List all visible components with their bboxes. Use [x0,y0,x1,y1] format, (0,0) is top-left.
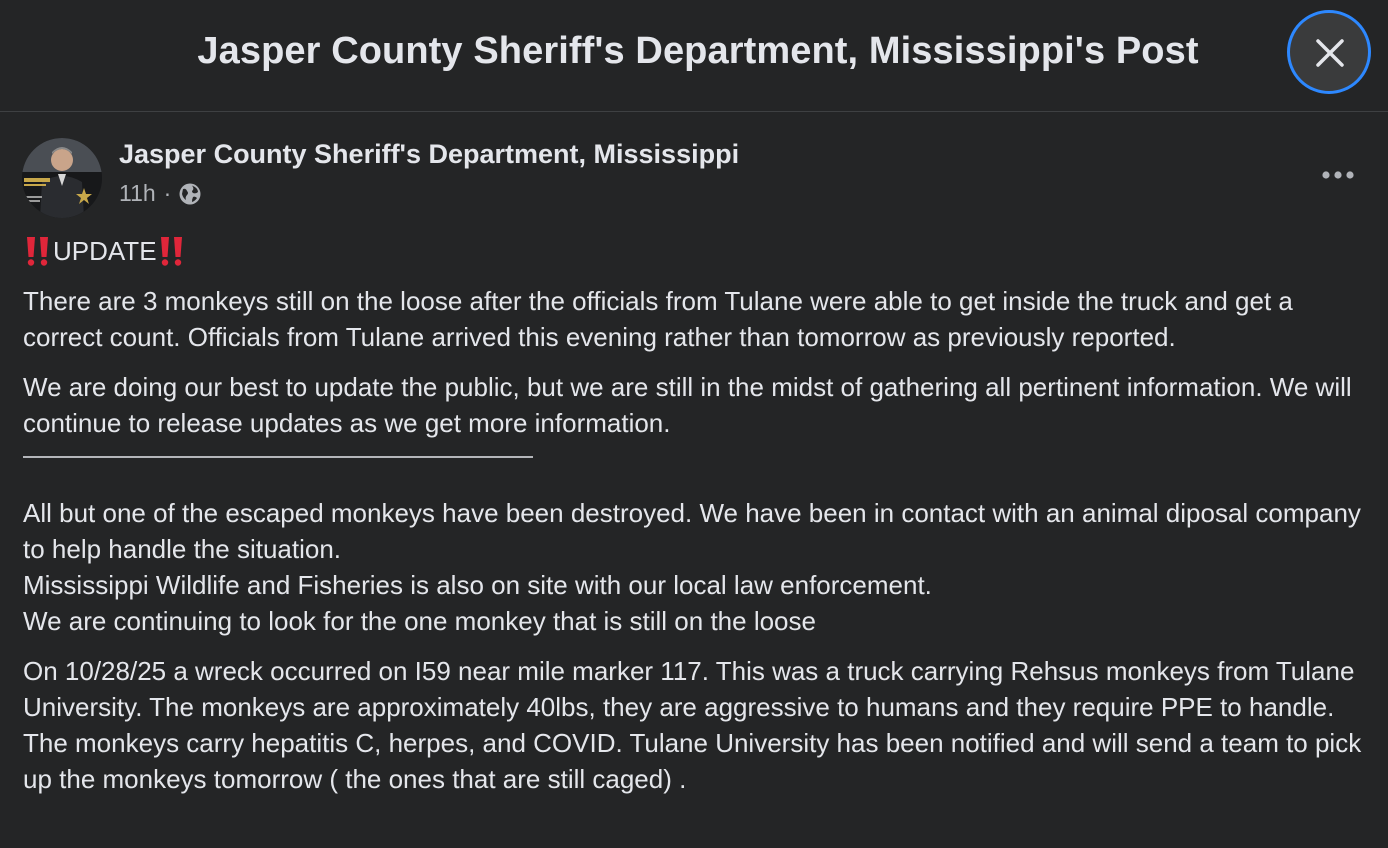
post-body: UPDATE There are 3 monkeys still on the … [23,233,1368,797]
double-exclamation-icon [160,237,182,266]
author-avatar[interactable] [22,138,102,218]
post-paragraph: We are doing our best to update the publ… [23,372,1352,438]
post: Jasper County Sheriff's Department, Miss… [0,113,1388,848]
meta-separator: · [163,180,172,206]
close-button[interactable] [1287,10,1371,94]
dialog-title: Jasper County Sheriff's Department, Miss… [197,30,1199,72]
post-meta: 11h · [119,180,202,207]
globe-icon[interactable] [178,182,202,206]
close-icon [1316,39,1344,67]
update-heading: UPDATE [53,236,157,266]
dialog-header: Jasper County Sheriff's Department, Miss… [0,0,1388,112]
post-paragraph: On 10/28/25 a wreck occurred on I59 near… [23,656,1362,794]
more-options-icon [1322,171,1354,179]
profile-photo [22,138,102,218]
post-paragraph: All but one of the escaped monkeys have … [23,498,1361,564]
post-paragraph: There are 3 monkeys still on the loose a… [23,286,1293,352]
more-options-button[interactable] [1316,163,1360,187]
post-paragraph: We are continuing to look for the one mo… [23,606,816,636]
post-timestamp[interactable]: 11h [119,180,156,207]
post-author[interactable]: Jasper County Sheriff's Department, Miss… [119,139,739,170]
double-exclamation-icon [27,237,48,266]
update-heading-line: UPDATE [23,233,1368,269]
post-paragraph: Mississippi Wildlife and Fisheries is al… [23,570,932,600]
